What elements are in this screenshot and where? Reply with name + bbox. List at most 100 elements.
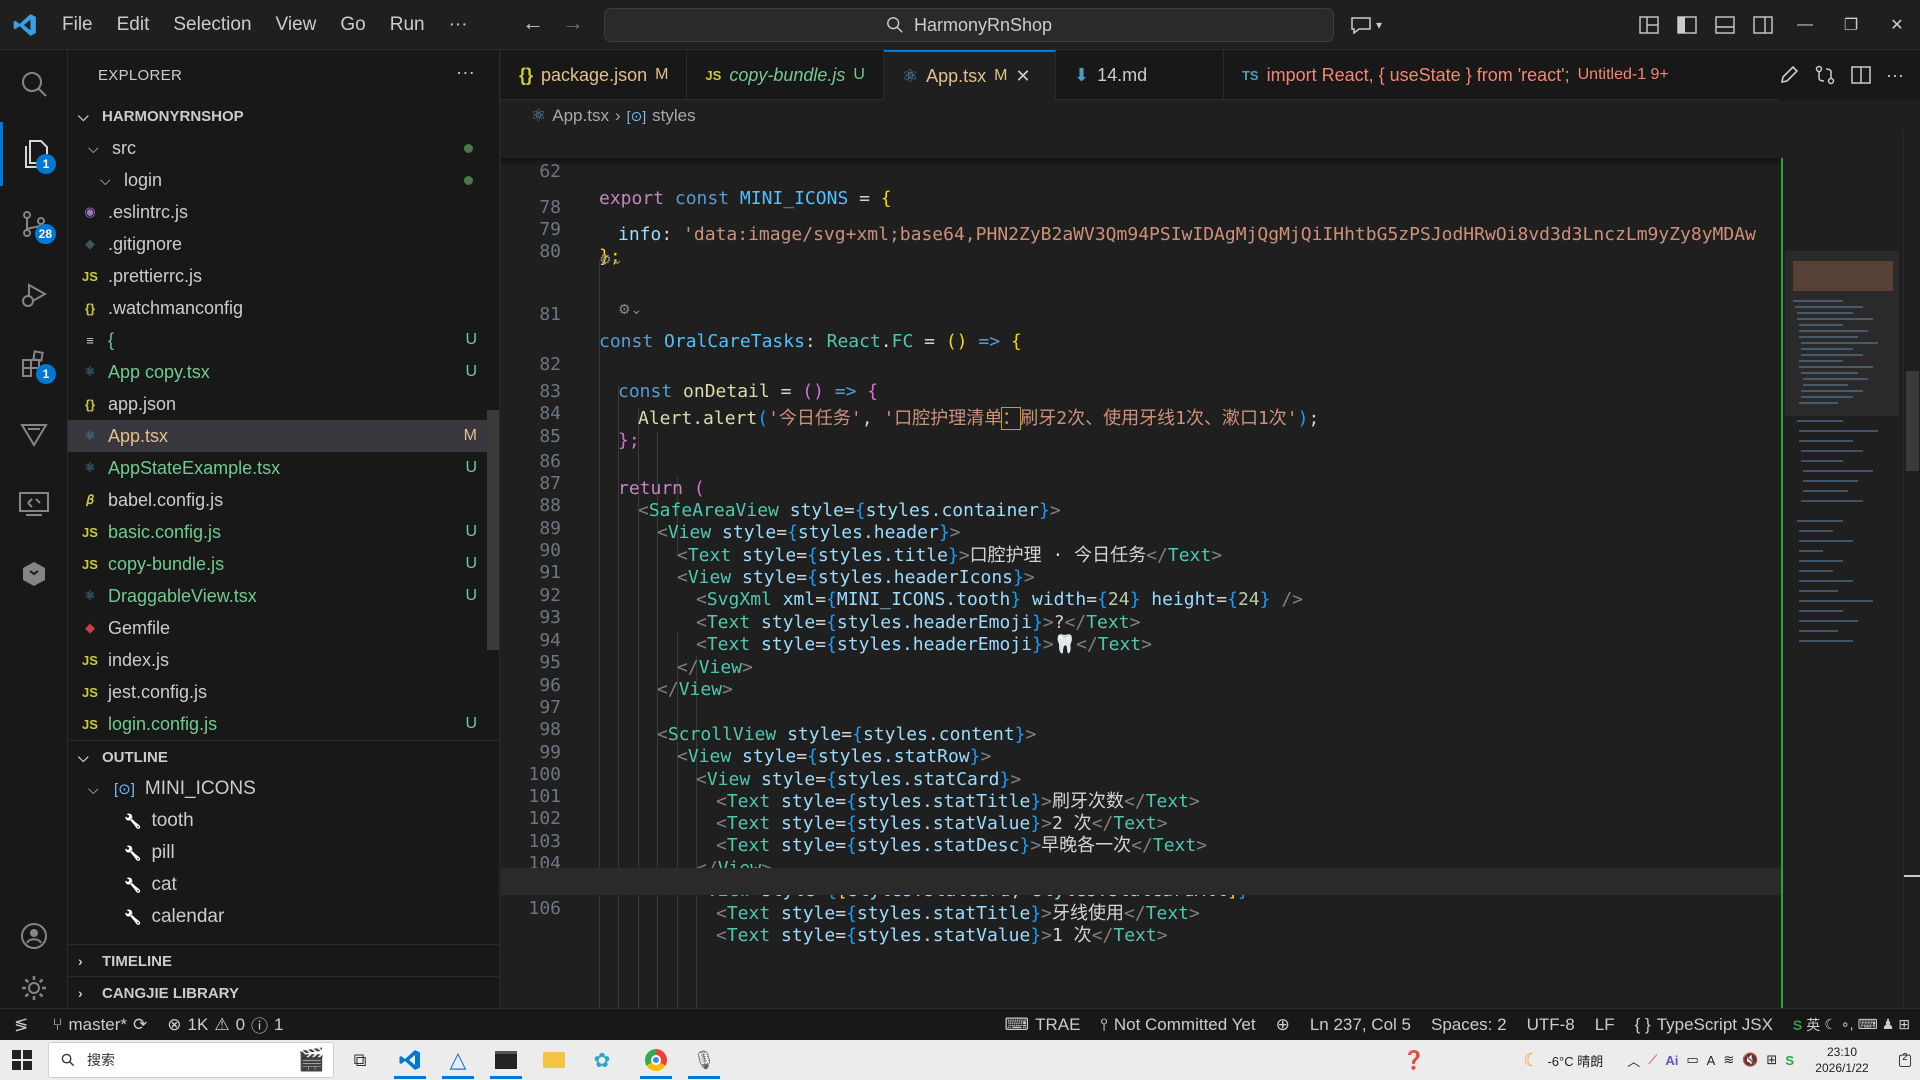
file-item[interactable]: ⚛ App.tsx M	[68, 420, 499, 452]
folder-src[interactable]: ⌵ src	[68, 132, 499, 164]
volume-mute-icon[interactable]: 🔇	[1742, 1052, 1758, 1068]
file-item[interactable]: ≡ {U	[68, 324, 499, 356]
customize-layout-icon[interactable]	[1630, 0, 1668, 50]
tray-grid-icon[interactable]: ⊞	[1766, 1052, 1777, 1068]
encoding[interactable]: UTF-8	[1517, 1009, 1585, 1041]
file-explorer-taskbar-icon[interactable]	[532, 1040, 576, 1080]
outline-item[interactable]: 🔧 calendar	[68, 901, 499, 933]
tab-untitled-1[interactable]: TS import React, { useState } from 'reac…	[1224, 50, 1687, 100]
editor-scrollbar[interactable]	[1903, 131, 1920, 1008]
vscode-taskbar-icon[interactable]	[388, 1040, 432, 1080]
scrollbar-thumb[interactable]	[1906, 371, 1919, 471]
chevron-up-icon[interactable]: ︿	[1627, 1051, 1640, 1070]
workspace-root[interactable]: ⌵ HARMONYRNSHOP	[68, 100, 499, 132]
branch-indicator[interactable]: ⑂ master* ⟳	[42, 1009, 157, 1041]
extensions-icon[interactable]: 1	[0, 332, 68, 396]
split-editor-icon[interactable]	[1850, 64, 1872, 86]
command-center-search[interactable]: HarmonyRnShop	[604, 8, 1334, 42]
file-item[interactable]: 𝛽 babel.config.js	[68, 484, 499, 516]
remote-indicator[interactable]: ≶	[0, 1009, 42, 1041]
timeline-header[interactable]: › TIMELINE	[68, 945, 499, 977]
notifications-icon[interactable]: ▢ 2	[1890, 1050, 1920, 1070]
breadcrumb-symbol[interactable]: styles	[652, 106, 695, 126]
terminal-taskbar-icon[interactable]	[484, 1040, 528, 1080]
code-line[interactable]: 85	[501, 396, 1783, 447]
indentation[interactable]: Spaces: 2	[1421, 1009, 1517, 1041]
menu-more[interactable]: ···	[437, 0, 480, 50]
git-blame-indicator[interactable]: ⫯ Not Committed Yet	[1090, 1009, 1265, 1041]
sticky-scroll-line[interactable]: 62 export const MINI_ICONS = {	[501, 131, 1783, 209]
outline-item[interactable]: 🔧 tooth	[68, 805, 499, 837]
tray-ai-icon[interactable]: Ai	[1665, 1053, 1678, 1068]
cangjie-header[interactable]: › CANGJIE LIBRARY	[68, 977, 499, 1008]
outline-item[interactable]: 🔧 pill	[68, 837, 499, 869]
trae-indicator[interactable]: ⌨ TRAE	[995, 1009, 1091, 1041]
outline-header[interactable]: ⌵ OUTLINE	[68, 741, 499, 773]
edit-pencil-icon[interactable]	[1778, 64, 1800, 86]
file-item[interactable]: {} .watchmanconfig	[68, 292, 499, 324]
menu-go[interactable]: Go	[328, 0, 377, 50]
file-item[interactable]: ◆ .gitignore	[68, 228, 499, 260]
toggle-sidebar-icon[interactable]	[1668, 0, 1706, 50]
file-item[interactable]: JS .prettierrc.js	[68, 260, 499, 292]
app-taskbar-icon[interactable]: ✿	[580, 1040, 624, 1080]
tab-package-json[interactable]: {} package.json M	[501, 50, 688, 100]
code-line[interactable]: 80	[501, 211, 1783, 262]
windows-start-icon[interactable]	[12, 1050, 32, 1070]
battery-icon[interactable]: ▭	[1686, 1052, 1698, 1068]
menu-view[interactable]: View	[264, 0, 329, 50]
breadcrumb-file[interactable]: App.tsx	[552, 106, 609, 126]
help-icon[interactable]: ❓	[1403, 1050, 1425, 1071]
menu-file[interactable]: File	[50, 0, 105, 50]
code-editor[interactable]: 62 export const MINI_ICONS = { 78 info: …	[501, 131, 1783, 1008]
restore-button[interactable]: ❐	[1828, 0, 1874, 50]
minimap[interactable]	[1783, 131, 1903, 1008]
ime-tray-icon[interactable]: A	[1707, 1053, 1716, 1068]
toggle-secondary-sidebar-icon[interactable]	[1744, 0, 1782, 50]
outline-mini-icons[interactable]: ⌵ [⊙] MINI_ICONS	[68, 773, 499, 805]
tab-copy-bundle[interactable]: JS copy-bundle.js U	[687, 50, 884, 100]
task-view-icon[interactable]: ⧉	[338, 1040, 382, 1080]
system-clock[interactable]: 23:10 2026/1/22	[1802, 1044, 1882, 1076]
menu-selection[interactable]: Selection	[161, 0, 263, 50]
forward-arrow-icon[interactable]: →	[560, 10, 586, 36]
zoom-indicator[interactable]: ⊕	[1266, 1009, 1300, 1041]
mic-taskbar-icon[interactable]: 🎙	[682, 1040, 726, 1080]
file-item[interactable]: ⚛ App copy.tsx U	[68, 356, 499, 388]
ime-indicator[interactable]: S 英 ☾ ∘, ⌨ ♟ ⊞	[1783, 1009, 1920, 1041]
sidebar-scrollbar[interactable]	[487, 410, 499, 650]
copilot-icon[interactable]: ▾	[1350, 12, 1394, 38]
code-line[interactable]: 81 const OralCareTasks: React.FC = () =>…	[501, 274, 1783, 352]
file-item[interactable]: JS index.js	[68, 644, 499, 676]
file-item[interactable]: ⚛ DraggableView.tsx U	[68, 580, 499, 612]
outline-item[interactable]: 🔧 cat	[68, 869, 499, 901]
language-mode[interactable]: { } TypeScript JSX	[1625, 1009, 1783, 1041]
deveco-taskbar-icon[interactable]: △	[436, 1040, 480, 1080]
cursor-position[interactable]: Ln 237, Col 5	[1300, 1009, 1421, 1041]
file-item[interactable]: ◉ .eslintrc.js	[68, 196, 499, 228]
menu-edit[interactable]: Edit	[105, 0, 162, 50]
file-item[interactable]: ◆ Gemfile	[68, 612, 499, 644]
toggle-panel-icon[interactable]	[1706, 0, 1744, 50]
ai-lens-icon[interactable]: ⚙⌄	[618, 301, 642, 323]
chrome-taskbar-icon[interactable]	[634, 1040, 678, 1080]
menu-run[interactable]: Run	[378, 0, 437, 50]
code-line[interactable]: 106 <Text style={styles.statValue}>1 次</…	[501, 868, 1783, 946]
file-item[interactable]: JS jest.config.js	[68, 676, 499, 708]
file-item[interactable]: ⚛ AppStateExample.tsx U	[68, 452, 499, 484]
tray-app-icon[interactable]: ⟋	[1648, 1052, 1657, 1068]
taskbar-search[interactable]: 搜索 🎬	[48, 1042, 334, 1078]
file-item[interactable]: JS copy-bundle.js U	[68, 548, 499, 580]
problems-indicator[interactable]: ⊗ 1K ⚠ 0 ⓘ 1	[157, 1009, 293, 1041]
end-of-line[interactable]: LF	[1585, 1009, 1625, 1041]
back-arrow-icon[interactable]: ←	[520, 10, 546, 36]
weather-label[interactable]: -6°C 晴朗	[1547, 1051, 1603, 1070]
wifi-icon[interactable]: ≋	[1723, 1052, 1734, 1068]
ai-lens-icon[interactable]: ⚙⌄	[599, 251, 623, 273]
close-icon[interactable]: ✕	[1015, 66, 1030, 87]
search-view-icon[interactable]	[0, 52, 68, 116]
compare-changes-icon[interactable]	[1814, 64, 1836, 86]
source-control-icon[interactable]: 28	[0, 192, 68, 256]
folder-login[interactable]: ⌵ login	[68, 164, 499, 196]
explorer-more-icon[interactable]: ···	[456, 62, 475, 83]
